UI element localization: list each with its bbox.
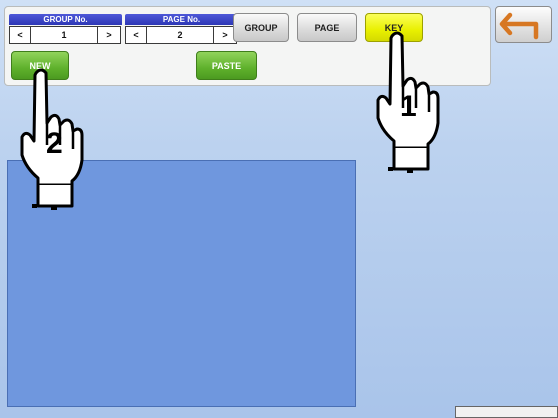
group-prev-button[interactable]: < bbox=[9, 26, 31, 44]
group-number-value: 1 bbox=[31, 26, 97, 44]
page-number-stepper: PAGE No. < 2 > bbox=[125, 14, 238, 46]
group-number-stepper: GROUP No. < 1 > bbox=[9, 14, 122, 46]
step2-number: 2 bbox=[46, 127, 63, 160]
group-number-title: GROUP No. bbox=[9, 14, 122, 25]
page-button[interactable]: PAGE bbox=[297, 13, 357, 42]
status-box bbox=[455, 406, 558, 418]
group-button[interactable]: GROUP bbox=[233, 13, 289, 42]
step1-number: 1 bbox=[400, 90, 417, 123]
page-number-title: PAGE No. bbox=[125, 14, 238, 25]
pointing-hand-icon: 2 bbox=[16, 65, 88, 215]
return-arrow-icon bbox=[499, 12, 539, 40]
paste-button[interactable]: PASTE bbox=[196, 51, 257, 80]
group-next-button[interactable]: > bbox=[97, 26, 121, 44]
return-button[interactable] bbox=[495, 6, 552, 43]
pointing-hand-icon: 1 bbox=[372, 28, 444, 178]
page-number-value: 2 bbox=[147, 26, 213, 44]
page-prev-button[interactable]: < bbox=[125, 26, 147, 44]
